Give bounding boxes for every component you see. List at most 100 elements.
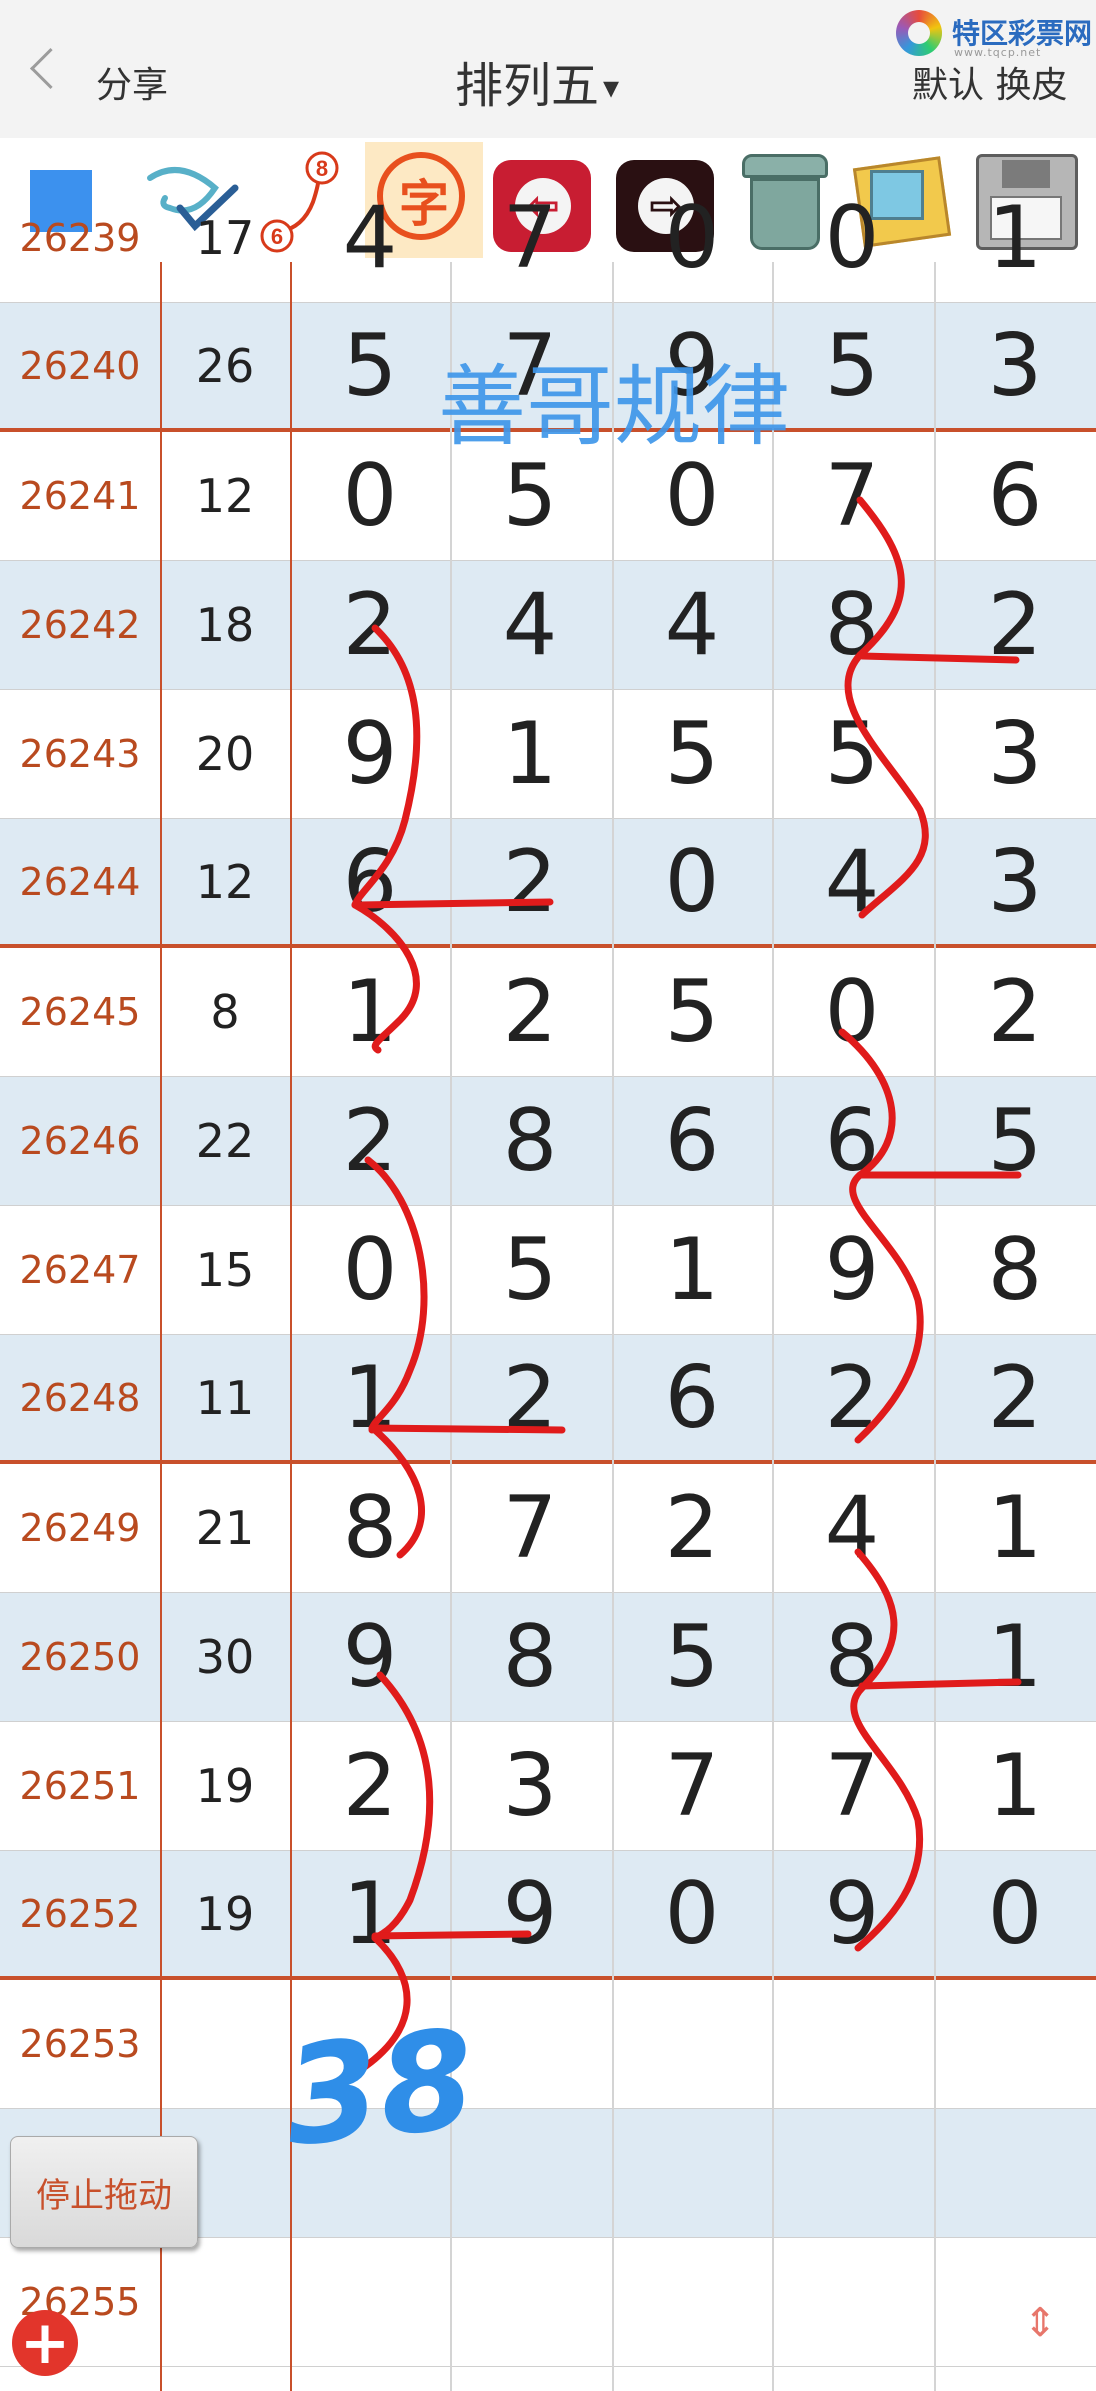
draw-digit-1[interactable]: 9 [290,1593,450,1721]
draw-digit-3[interactable]: 0 [612,174,772,302]
skin-button[interactable]: 换皮 [995,65,1067,106]
draw-digit-4[interactable]: 4 [772,819,932,944]
draw-digit-2[interactable]: 2 [450,1335,610,1460]
draw-digit-3[interactable]: 5 [612,1593,772,1721]
column-divider [612,262,614,2391]
draw-digit-4[interactable] [772,2109,932,2237]
draw-digit-5[interactable] [934,2109,1096,2237]
draw-digit-4[interactable]: 5 [772,690,932,818]
draw-digit-1[interactable]: 0 [290,1206,450,1334]
draw-digit-4[interactable]: 4 [772,1464,932,1592]
draw-digit-1[interactable]: 1 [290,1335,450,1460]
draw-digit-3[interactable]: 2 [612,1464,772,1592]
draw-digit-4[interactable]: 9 [772,1206,932,1334]
draw-digit-1[interactable]: 6 [290,819,450,944]
draw-digit-5[interactable]: 8 [934,1206,1096,1334]
draw-digit-2[interactable]: 8 [450,1593,610,1721]
draw-digit-4[interactable]: 0 [772,948,932,1076]
draw-digit-5[interactable]: 2 [934,948,1096,1076]
draw-digit-4[interactable]: 0 [772,174,932,302]
draw-digit-2[interactable]: 2 [450,948,610,1076]
draw-digit-3[interactable] [612,2238,772,2366]
default-button[interactable]: 默认 [912,65,984,106]
draw-digit-3[interactable]: 6 [612,1335,772,1460]
lottery-title-dropdown[interactable]: 排列五 ▾ [455,46,619,116]
draw-digit-1[interactable] [290,2238,450,2366]
digit-sum: 15 [195,1243,255,1297]
draw-digit-2[interactable]: 7 [450,1464,610,1592]
draw-digit-5[interactable] [934,1980,1096,2108]
draw-digit-5[interactable]: 3 [934,690,1096,818]
draw-digit-5[interactable]: 6 [934,432,1096,560]
draw-digit-4[interactable]: 7 [772,432,932,560]
table-row: 26242 18 2 4 4 8 2 [0,561,1096,690]
issue-number: 26243 [19,732,141,776]
draw-digit-2[interactable]: 5 [450,1206,610,1334]
chevron-down-icon: ▾ [603,68,620,106]
draw-digit-5[interactable]: 5 [934,1077,1096,1205]
stop-drag-button[interactable]: 停止拖动 [10,2136,198,2248]
issue-number: 26247 [19,1248,141,1292]
draw-digit-1[interactable]: 9 [290,690,450,818]
draw-digit-1[interactable]: 0 [290,432,450,560]
draw-digit-2[interactable]: 9 [450,1851,610,1976]
draw-digit-4[interactable]: 5 [772,303,932,428]
draw-digit-5[interactable] [934,2238,1096,2366]
draw-digit-2[interactable]: 1 [450,690,610,818]
draw-digit-1[interactable]: 1 [290,948,450,1076]
back-icon[interactable] [29,47,72,90]
draw-digit-3[interactable]: 0 [612,819,772,944]
table-row: 26249 21 8 7 2 4 1 [0,1464,1096,1593]
draw-digit-5[interactable]: 1 [934,174,1096,302]
draw-digit-1[interactable]: 8 [290,1464,450,1592]
draw-digit-3[interactable]: 7 [612,1722,772,1850]
issue-number: 26252 [19,1891,141,1936]
draw-digit-4[interactable] [772,2238,932,2366]
draw-digit-2[interactable]: 8 [450,1077,610,1205]
draw-digit-1[interactable]: 1 [290,1851,450,1976]
draw-digit-1[interactable]: 2 [290,1722,450,1850]
draw-digit-1[interactable]: 5 [290,303,450,428]
draw-digit-3[interactable]: 6 [612,1077,772,1205]
draw-digit-4[interactable]: 7 [772,1722,932,1850]
issue-number: 26245 [19,990,141,1034]
draw-digit-1[interactable]: 2 [290,1077,450,1205]
draw-digit-4[interactable]: 6 [772,1077,932,1205]
draw-digit-2[interactable] [450,2238,610,2366]
draw-digit-5[interactable]: 2 [934,1335,1096,1460]
digit-sum: 12 [195,469,255,523]
draw-digit-1[interactable]: 2 [290,561,450,689]
draw-digit-4[interactable]: 8 [772,561,932,689]
draw-digit-1[interactable]: 4 [290,174,450,302]
draw-digit-5[interactable]: 1 [934,1593,1096,1721]
table-row: 26246 22 2 8 6 6 5 [0,1077,1096,1206]
add-icon[interactable]: + [12,2310,78,2376]
draw-digit-2[interactable]: 4 [450,561,610,689]
draw-digit-3[interactable]: 1 [612,1206,772,1334]
digit-sum: 26 [195,338,255,393]
draw-digit-4[interactable] [772,1980,932,2108]
draw-digit-3[interactable]: 5 [612,948,772,1076]
draw-digit-5[interactable]: 3 [934,819,1096,944]
draw-digit-5[interactable]: 3 [934,303,1096,428]
draw-digit-2[interactable]: 3 [450,1722,610,1850]
draw-digit-3[interactable]: 0 [612,1851,772,1976]
draw-digit-5[interactable]: 1 [934,1464,1096,1592]
draw-digit-3[interactable]: 5 [612,690,772,818]
table-row: 26250 30 9 8 5 8 1 [0,1593,1096,1722]
draw-digit-5[interactable]: 2 [934,561,1096,689]
draw-digit-3[interactable] [612,2109,772,2237]
draw-digit-4[interactable]: 8 [772,1593,932,1721]
draw-digit-2[interactable]: 2 [450,819,610,944]
draw-digit-5[interactable]: 1 [934,1722,1096,1850]
draw-digit-5[interactable]: 0 [934,1851,1096,1976]
draw-digit-4[interactable]: 9 [772,1851,932,1976]
draw-digit-3[interactable]: 4 [612,561,772,689]
draw-history-table: 26239 17 4 7 0 0 1 26240 26 5 7 9 5 3 26241 12 0 5 0 7 6 2624… [0,188,1096,2391]
watermark: 善哥规律 [438,355,791,458]
scroll-toggle-icon[interactable]: ⇕ [1016,2303,1064,2374]
share-button[interactable]: 分享 [96,56,168,108]
draw-digit-3[interactable] [612,1980,772,2108]
draw-digit-4[interactable]: 2 [772,1335,932,1460]
draw-digit-2[interactable]: 7 [450,174,610,302]
